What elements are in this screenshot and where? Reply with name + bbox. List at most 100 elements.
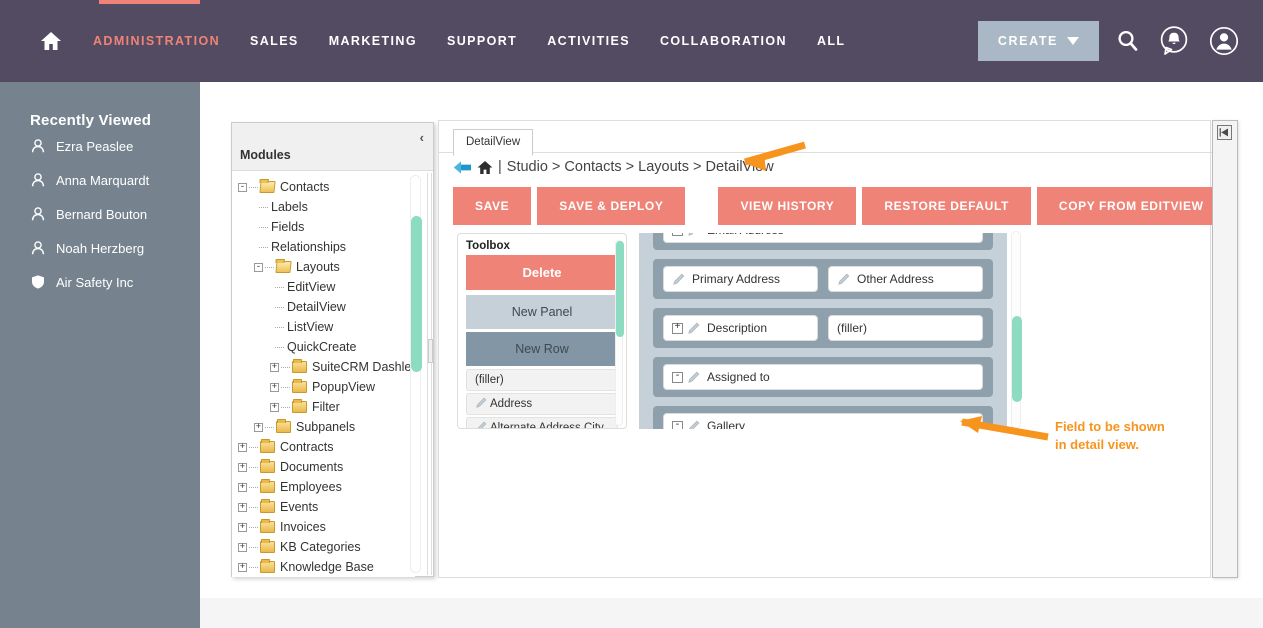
tree-node-events[interactable]: + Events: [238, 497, 415, 517]
layout-row[interactable]: Primary Address Other Address: [653, 259, 993, 299]
layout-field-filler[interactable]: (filler): [828, 315, 983, 341]
chevron-left-icon[interactable]: ‹: [420, 130, 424, 145]
tab-detailview[interactable]: DetailView: [453, 129, 534, 156]
toolbox-field-filler[interactable]: (filler): [466, 369, 618, 392]
expand-toggle-icon[interactable]: +: [238, 502, 247, 512]
tree-node-employees[interactable]: + Employees: [238, 477, 415, 497]
tree-node-knowledge-base[interactable]: + Knowledge Base: [238, 557, 415, 577]
expand-toggle-icon[interactable]: +: [238, 542, 247, 552]
nav-item-collaboration[interactable]: COLLABORATION: [645, 34, 802, 48]
layout-panel-overview: - Email Address: [639, 233, 1007, 429]
nav-item-all[interactable]: ALL: [802, 34, 861, 48]
nav-item-administration[interactable]: ADMINISTRATION: [78, 34, 235, 48]
expand-toggle-icon[interactable]: +: [254, 422, 263, 432]
expand-toggle-icon[interactable]: +: [270, 382, 279, 392]
layout-field-assigned-to[interactable]: - Assigned to: [663, 364, 983, 390]
recently-viewed-item-ezra-peaslee[interactable]: Ezra Peaslee: [0, 129, 200, 163]
expand-toggle-icon[interactable]: +: [672, 322, 683, 334]
tree-node-contacts[interactable]: - Contacts: [238, 177, 415, 197]
tree-node-editview[interactable]: EditView: [238, 277, 415, 297]
tree-node-contracts[interactable]: + Contracts: [238, 437, 415, 457]
toolbox-scrollbar[interactable]: [615, 240, 624, 426]
collapse-panel-icon[interactable]: [1217, 125, 1232, 140]
layout-row[interactable]: + Description (filler): [653, 308, 993, 348]
save-button[interactable]: SAVE: [453, 187, 532, 225]
tree-node-subpanels[interactable]: + Subpanels: [238, 417, 415, 437]
collapse-toggle-icon[interactable]: -: [254, 262, 263, 272]
layout-row[interactable]: - Email Address: [653, 233, 993, 250]
recently-viewed-item-noah-herzberg[interactable]: Noah Herzberg: [0, 231, 200, 265]
home-icon[interactable]: [38, 28, 64, 54]
collapse-toggle-icon[interactable]: -: [672, 371, 683, 383]
toolbox-delete-target[interactable]: Delete: [466, 255, 618, 290]
tree-node-kb-categories[interactable]: + KB Categories: [238, 537, 415, 557]
toolbox-field-address[interactable]: Address: [466, 393, 618, 416]
modules-tree-scrollbar[interactable]: [410, 175, 422, 573]
toolbox-new-panel[interactable]: New Panel: [466, 295, 618, 329]
layout-field-email-address[interactable]: - Email Address: [663, 233, 983, 243]
recently-viewed-item-bernard-bouton[interactable]: Bernard Bouton: [0, 197, 200, 231]
tree-node-relationships[interactable]: Relationships: [238, 237, 415, 257]
collapse-toggle-icon[interactable]: -: [238, 182, 247, 192]
tree-connector: [259, 226, 268, 228]
expand-toggle-icon[interactable]: +: [238, 562, 247, 572]
layout-row[interactable]: - Gallery: [653, 406, 993, 429]
toolbox-scrollbar-thumb[interactable]: [616, 241, 624, 337]
restore-default-button[interactable]: RESTORE DEFAULT: [862, 187, 1031, 225]
tree-node-quickcreate[interactable]: QuickCreate: [238, 337, 415, 357]
toolbox-field-alternate-address-city[interactable]: Alternate Address City: [466, 417, 618, 428]
expand-toggle-icon[interactable]: +: [238, 442, 247, 452]
tree-node-fields[interactable]: Fields: [238, 217, 415, 237]
expand-toggle-icon[interactable]: +: [238, 482, 247, 492]
folder-icon: [260, 459, 275, 473]
modules-tree-scrollbar-thumb[interactable]: [411, 216, 422, 372]
page-canvas: Modules ‹ - Contacts Labels Fields Relations…: [200, 82, 1263, 598]
tree-node-invoices[interactable]: + Invoices: [238, 517, 415, 537]
layout-field-description[interactable]: + Description: [663, 315, 818, 341]
tree-node-documents[interactable]: + Documents: [238, 457, 415, 477]
recently-viewed-item-anna-marquardt[interactable]: Anna Marquardt: [0, 163, 200, 197]
create-button[interactable]: CREATE: [977, 21, 1099, 61]
tree-node-popupview[interactable]: + PopupView: [238, 377, 415, 397]
layout-canvas-scrollbar[interactable]: [1011, 231, 1022, 429]
tree-node-labels[interactable]: Labels: [238, 197, 415, 217]
save-and-deploy-button[interactable]: SAVE & DEPLOY: [537, 187, 686, 225]
nav-item-activities[interactable]: ACTIVITIES: [532, 34, 645, 48]
tree-node-layouts[interactable]: - Layouts: [238, 257, 415, 277]
tree-node-label: Filter: [312, 400, 340, 414]
expand-toggle-icon[interactable]: +: [238, 522, 247, 532]
search-icon[interactable]: [1115, 28, 1141, 54]
toolbox-new-row[interactable]: New Row: [466, 332, 618, 366]
nav-item-support[interactable]: SUPPORT: [432, 34, 532, 48]
layout-field-primary-address[interactable]: Primary Address: [663, 266, 818, 292]
tree-node-detailview[interactable]: DetailView: [238, 297, 415, 317]
recently-viewed-item-air-safety-inc[interactable]: Air Safety Inc: [0, 265, 200, 299]
nav-item-marketing[interactable]: MARKETING: [314, 34, 432, 48]
layout-field-other-address[interactable]: Other Address: [828, 266, 983, 292]
expand-toggle-icon[interactable]: +: [270, 362, 279, 372]
left-sidebar: Recently Viewed Ezra Peaslee Anna Marqua…: [0, 82, 200, 628]
home-icon[interactable]: [477, 160, 493, 175]
layout-row[interactable]: - Assigned to: [653, 357, 993, 397]
canvas-scrollbar-wrap: [1011, 231, 1023, 431]
layout-canvas-scrollbar-thumb[interactable]: [1012, 316, 1022, 402]
nav-item-sales[interactable]: SALES: [235, 34, 314, 48]
tree-node-suitecrm-dashlet[interactable]: + SuiteCRM Dashlet: [238, 357, 415, 377]
copy-from-editview-button[interactable]: COPY FROM EDITVIEW: [1036, 187, 1226, 225]
user-profile-icon[interactable]: [1207, 24, 1241, 58]
collapse-toggle-icon[interactable]: -: [672, 233, 683, 236]
collapse-toggle-icon[interactable]: -: [672, 420, 683, 429]
pencil-icon: [476, 397, 487, 408]
tree-node-filter[interactable]: + Filter: [238, 397, 415, 417]
notification-bell-icon[interactable]: [1157, 24, 1191, 58]
view-history-button[interactable]: VIEW HISTORY: [718, 187, 857, 225]
back-arrow-icon[interactable]: [453, 160, 472, 175]
pencil-icon: [477, 421, 487, 428]
breadcrumb-path[interactable]: Studio > Contacts > Layouts > DetailView: [507, 159, 774, 175]
tree-node-listview[interactable]: ListView: [238, 317, 415, 337]
expand-toggle-icon[interactable]: +: [270, 402, 279, 412]
modules-panel-outer-scrollbar-thumb[interactable]: [428, 339, 433, 363]
expand-toggle-icon[interactable]: +: [238, 462, 247, 472]
modules-panel-outer-scrollbar[interactable]: [427, 173, 433, 575]
layout-field-gallery[interactable]: - Gallery: [663, 413, 983, 429]
